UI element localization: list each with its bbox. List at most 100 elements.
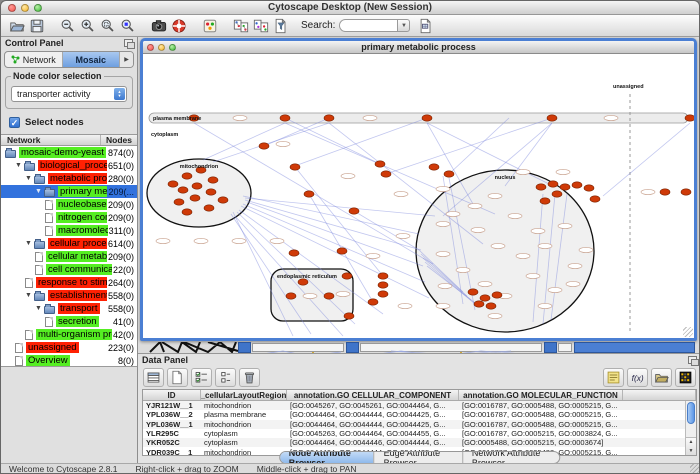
node-label-pill[interactable] <box>336 291 350 296</box>
network-node[interactable] <box>474 301 484 307</box>
node-color-select[interactable]: transporter activity ▲▼ <box>11 86 127 102</box>
network-node[interactable] <box>560 184 570 190</box>
select-all-attributes-icon[interactable] <box>191 368 212 387</box>
node-label-pill[interactable] <box>232 238 246 243</box>
network-node[interactable] <box>349 208 359 214</box>
network-node[interactable] <box>342 273 352 279</box>
network-node[interactable] <box>280 115 290 121</box>
table-row[interactable]: YJR121W__1mitochondrion[GO:0045267, GO:0… <box>143 401 696 410</box>
import-network-icon[interactable] <box>231 16 251 35</box>
background-window[interactable] <box>574 342 695 353</box>
network-edge[interactable] <box>213 123 329 162</box>
node-label-pill[interactable] <box>478 281 492 286</box>
network-edge[interactable] <box>245 198 435 216</box>
tree-row-cellular-metabolic[interactable]: cellular metabolic209(0) <box>1 250 137 263</box>
column-header[interactable]: ID <box>143 390 201 400</box>
open-folder-icon[interactable] <box>7 16 27 35</box>
network-node[interactable] <box>378 291 388 297</box>
node-label-pill[interactable] <box>468 203 482 208</box>
expander-icon[interactable]: ▼ <box>25 239 34 248</box>
network-node[interactable] <box>337 248 347 254</box>
tree-row-multi-organism-proc[interactable]: multi-organism proc42(0) <box>1 328 137 341</box>
annotation-icon[interactable] <box>603 368 624 387</box>
tree-row-metabolic-process[interactable]: ▼metabolic process280(0) <box>1 172 137 185</box>
tree-row-response-to-stimulus[interactable]: response to stimulus264(0) <box>1 276 137 289</box>
zoom-fit-icon[interactable] <box>98 16 118 35</box>
tree-row-primary-metabolic-proc[interactable]: ▼primary metabolic proc209(... <box>1 185 137 198</box>
import-table-icon[interactable] <box>251 16 271 35</box>
tree-row-secretion[interactable]: secretion41(0) <box>1 315 137 328</box>
tab-node-attribute-browser[interactable]: Node Attribute Browser <box>280 452 375 463</box>
float-panel-icon[interactable] <box>688 356 697 364</box>
node-label-pill[interactable] <box>270 238 284 243</box>
node-label-pill[interactable] <box>436 303 450 308</box>
filter-icon[interactable] <box>271 16 291 35</box>
table-row[interactable]: YPL036W__1mitochondrion[GO:0044464, GO:0… <box>143 420 696 429</box>
expander-icon[interactable]: ▼ <box>35 304 44 313</box>
node-label-pill[interactable] <box>438 283 452 288</box>
node-label-pill[interactable] <box>538 243 552 248</box>
network-node[interactable] <box>548 181 558 187</box>
network-node[interactable] <box>572 182 582 188</box>
node-label-pill[interactable] <box>194 238 208 243</box>
network-node[interactable] <box>344 313 354 319</box>
network-node[interactable] <box>375 161 385 167</box>
network-node[interactable] <box>182 209 192 215</box>
node-label-pill[interactable] <box>233 115 247 120</box>
tab-edge-attribute-browser[interactable]: Edge Attribute Browser <box>375 452 463 463</box>
network-node[interactable] <box>178 187 188 193</box>
network-node[interactable] <box>378 273 388 279</box>
network-node[interactable] <box>429 164 439 170</box>
network-node[interactable] <box>468 289 478 295</box>
tree-row-transport[interactable]: ▼transport558(0) <box>1 302 137 315</box>
node-label-pill[interactable] <box>436 251 450 256</box>
network-node[interactable] <box>552 191 562 197</box>
network-view-frame[interactable]: primary metabolic process plasma membran… <box>140 38 697 341</box>
network-node[interactable] <box>206 189 216 195</box>
column-header[interactable]: annotation.GO MOLECULAR_FUNCTION <box>459 390 623 400</box>
scrollbar-thumb[interactable] <box>687 402 695 424</box>
network-node[interactable] <box>168 181 178 187</box>
background-network-edges[interactable] <box>148 342 248 353</box>
window-resize-grip[interactable] <box>690 464 699 473</box>
select-nodes-checkbox[interactable]: ✓ <box>9 117 20 128</box>
node-label-pill[interactable] <box>303 293 317 298</box>
delete-attribute-icon[interactable] <box>239 368 260 387</box>
zoom-in-icon[interactable] <box>78 16 98 35</box>
vizmapper-icon[interactable] <box>200 16 220 35</box>
network-node[interactable] <box>290 164 300 170</box>
tree-row-cell-communicatio[interactable]: cell communicatio22(0) <box>1 263 137 276</box>
network-frame-titlebar[interactable]: primary metabolic process <box>143 41 694 54</box>
function-builder-icon[interactable]: f(x) <box>627 368 648 387</box>
node-label-pill[interactable] <box>566 281 580 286</box>
network-node[interactable] <box>422 115 432 121</box>
background-window[interactable] <box>346 342 359 353</box>
node-label-pill[interactable] <box>488 193 502 198</box>
import-attributes-icon[interactable] <box>651 368 672 387</box>
network-node[interactable] <box>444 171 454 177</box>
frame-resize-grip[interactable] <box>683 327 693 337</box>
node-label-pill[interactable] <box>436 186 450 191</box>
tree-row-establishment-of-loc[interactable]: ▼establishment of loc558(0) <box>1 289 137 302</box>
float-panel-icon[interactable] <box>124 39 133 47</box>
tab-network-attribute-browser[interactable]: Network Attribute Browser <box>463 452 559 463</box>
table-row[interactable]: YLR295Ccytoplasm[GO:0045263, GO:0044464,… <box>143 429 696 438</box>
network-node[interactable] <box>660 189 670 195</box>
network-node[interactable] <box>492 292 502 298</box>
node-label-pill[interactable] <box>156 238 170 243</box>
scrollbar-arrows[interactable]: ▲▼ <box>686 437 696 455</box>
node-label-pill[interactable] <box>548 287 562 292</box>
search-input[interactable] <box>339 19 397 32</box>
node-label-pill[interactable] <box>604 115 618 120</box>
column-network[interactable]: Network <box>1 135 101 145</box>
node-label-pill[interactable] <box>531 228 545 233</box>
node-label-pill[interactable] <box>558 223 572 228</box>
background-window[interactable] <box>558 343 572 352</box>
tree-row-nitrogen-compoun[interactable]: nitrogen compoun209(0) <box>1 211 137 224</box>
tree-row-macromolecule-m[interactable]: macromolecule m311(0) <box>1 224 137 237</box>
node-label-pill[interactable] <box>488 313 502 318</box>
network-edge[interactable] <box>603 123 690 196</box>
network-node[interactable] <box>182 173 192 179</box>
network-node[interactable] <box>368 299 378 305</box>
node-label-pill[interactable] <box>516 169 530 174</box>
